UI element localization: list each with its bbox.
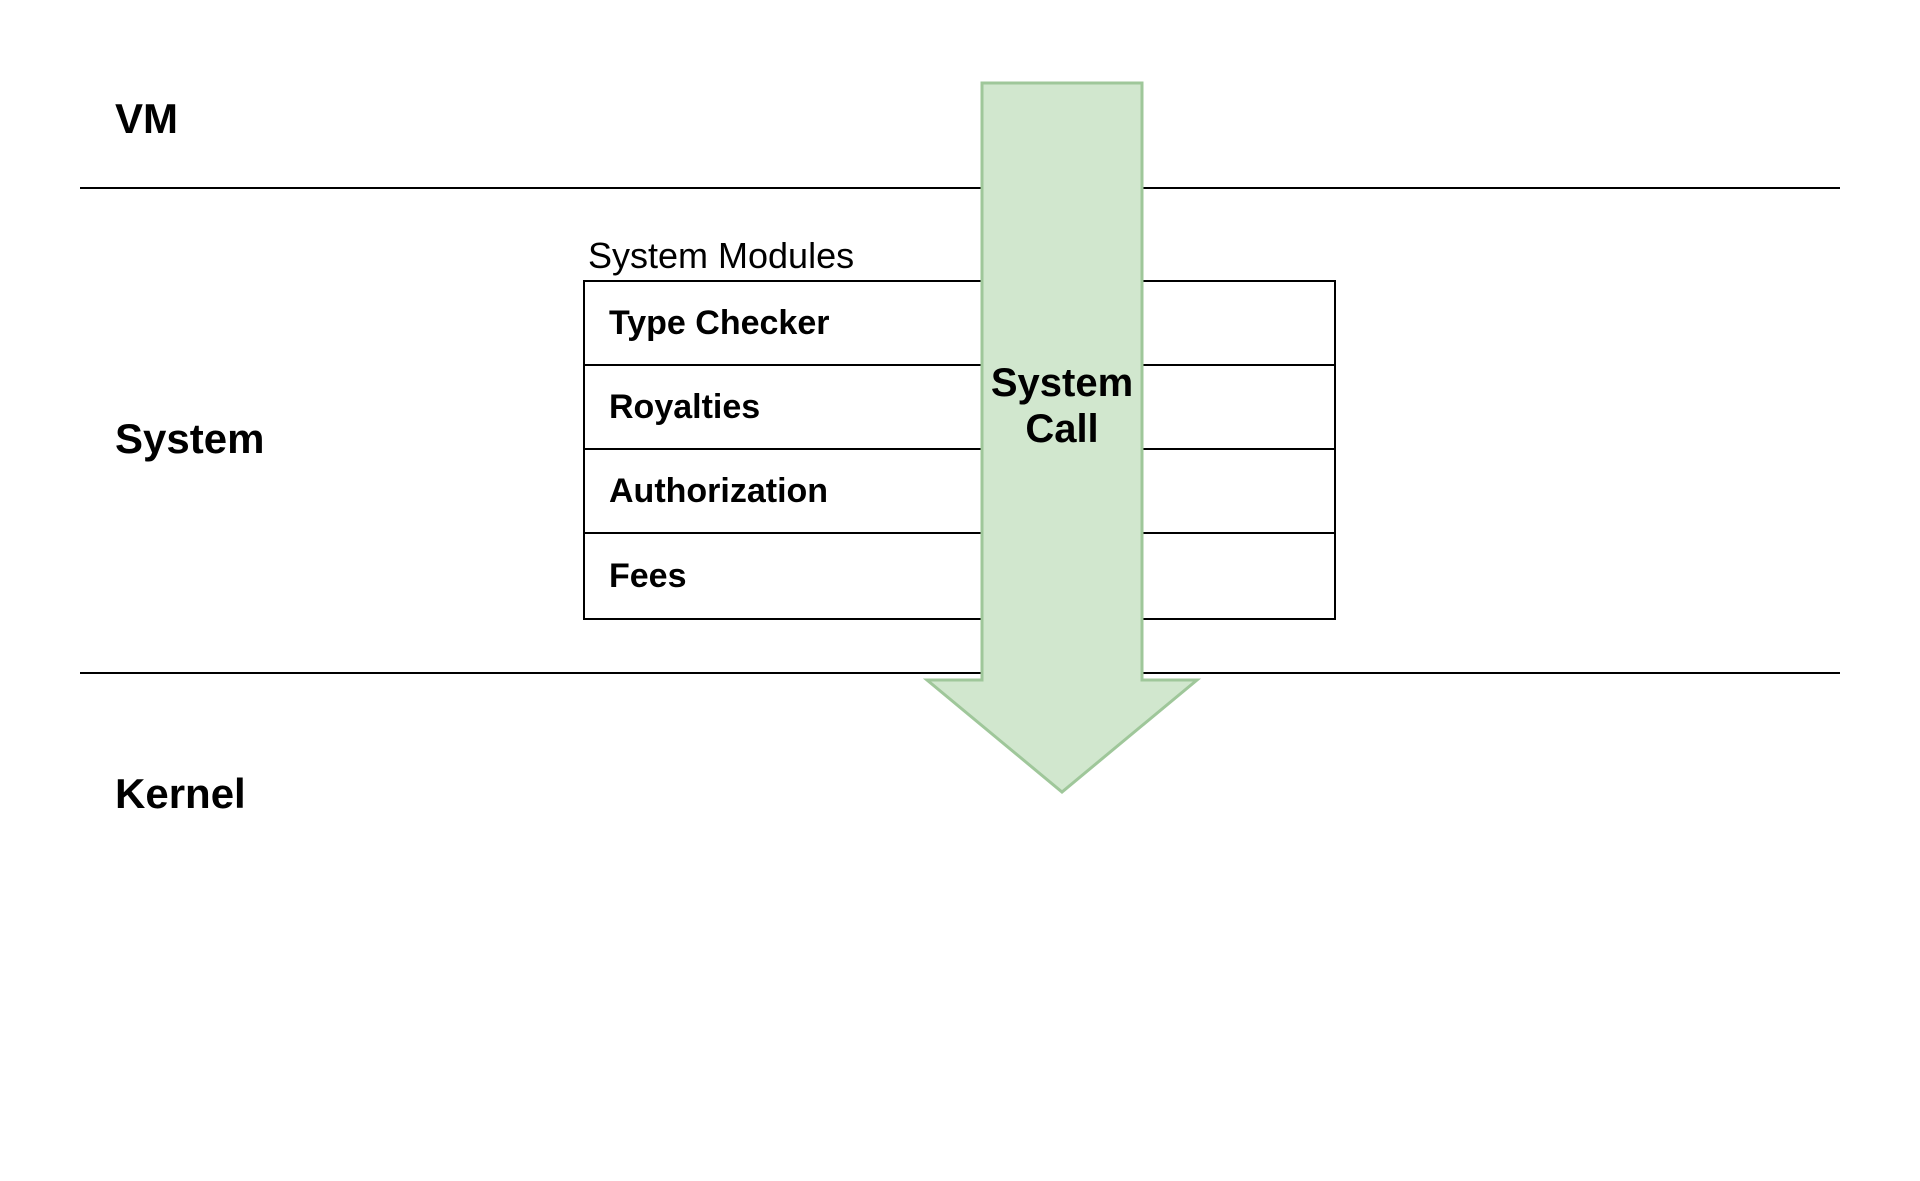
layer-label-vm: VM [115, 95, 178, 143]
arrow-label-line1: System [991, 361, 1133, 405]
arrow-label: System Call [922, 360, 1202, 452]
module-label: Fees [609, 557, 687, 596]
module-label: Royalties [609, 388, 760, 427]
layer-label-kernel: Kernel [115, 770, 246, 818]
module-label: Type Checker [609, 304, 829, 343]
diagram-canvas: VM System Kernel System Modules Type Che… [0, 0, 1920, 1181]
modules-title: System Modules [588, 235, 854, 277]
system-call-arrow: System Call [922, 80, 1202, 795]
module-label: Authorization [609, 472, 828, 511]
arrow-label-line2: Call [1025, 407, 1098, 451]
layer-label-system: System [115, 415, 264, 463]
